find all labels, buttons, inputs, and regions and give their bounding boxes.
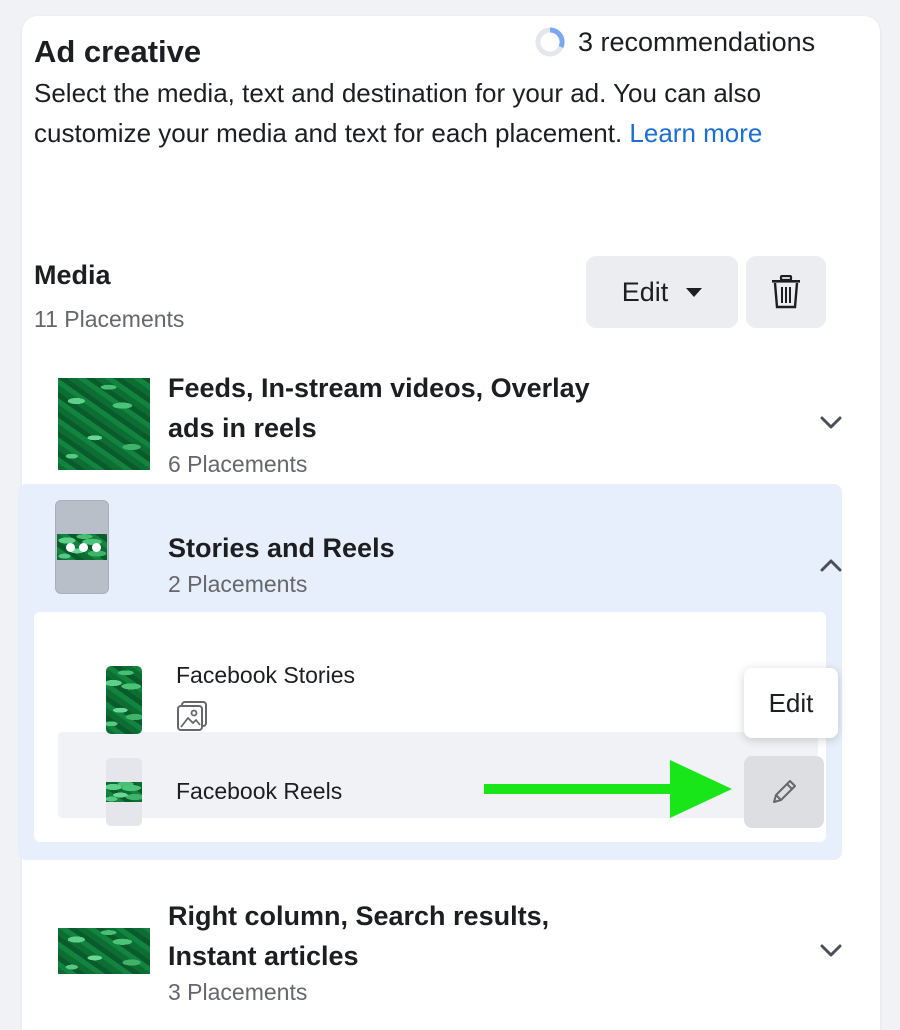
group-count-stories-reels: 2 Placements (168, 571, 308, 597)
delete-button[interactable] (746, 256, 826, 328)
chevron-down-icon[interactable] (820, 416, 842, 430)
group-title-feeds[interactable]: Feeds, In-stream videos, Overlay ads in … (168, 368, 590, 448)
edit-tooltip: Edit (744, 668, 838, 738)
recommendations-label: 3 recommendations (578, 26, 816, 57)
section-description: Select the media, text and destination f… (34, 78, 763, 148)
progress-spinner-icon (535, 27, 565, 57)
learn-more-link[interactable]: Learn more (629, 118, 762, 148)
group-title-right-column[interactable]: Right column, Search results, Instant ar… (168, 896, 549, 976)
media-heading: Media (34, 260, 111, 290)
reels-phone-thumbnail (106, 758, 142, 826)
green-arrow-annotation (484, 760, 732, 818)
stories-phone-thumbnail (55, 500, 109, 594)
recommendations[interactable]: 3 recommendations (534, 26, 815, 58)
group-count-feeds: 6 Placements (168, 451, 308, 477)
edit-reels-button[interactable] (744, 756, 824, 828)
media-thumbnail (58, 928, 150, 974)
chevron-up-icon[interactable] (820, 558, 842, 572)
group-count-right-column: 3 Placements (168, 979, 308, 1005)
edit-dropdown-button[interactable]: Edit (586, 256, 738, 328)
media-placement-count: 11 Placements (34, 306, 185, 332)
group-title-stories-reels[interactable]: Stories and Reels (168, 528, 395, 568)
facebook-stories-label: Facebook Stories (176, 662, 355, 688)
caret-down-icon (686, 287, 703, 297)
facebook-reels-label: Facebook Reels (176, 778, 343, 804)
section-title: Ad creative (34, 34, 202, 69)
chevron-down-icon[interactable] (820, 944, 842, 958)
image-icon (177, 701, 207, 731)
stories-thumbnail (106, 666, 142, 734)
trash-icon (772, 275, 800, 309)
more-dots-icon (66, 543, 101, 552)
media-thumbnail (58, 378, 150, 470)
pencil-icon (773, 780, 796, 803)
